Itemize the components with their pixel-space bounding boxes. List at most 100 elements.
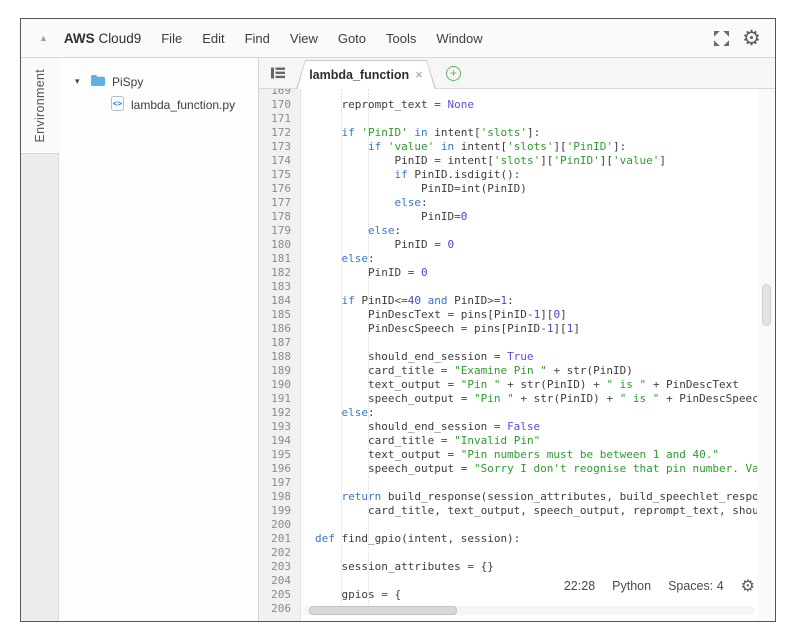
settings-gear-icon[interactable]: ⚙ xyxy=(742,30,761,47)
horizontal-scrollbar-thumb[interactable] xyxy=(309,606,457,615)
code-line-181: else: xyxy=(315,252,757,266)
line-number: 185 xyxy=(259,308,300,322)
code-area[interactable]: reprompt_text = None if 'PinID' in inten… xyxy=(302,89,757,621)
folder-name: PiSpy xyxy=(112,75,143,89)
code-line-176: PinID=int(PinID) xyxy=(315,182,757,196)
code-line-193: should_end_session = False xyxy=(315,420,757,434)
tab-list-icon[interactable] xyxy=(270,66,286,80)
line-number: 191 xyxy=(259,392,300,406)
ide-body: Environment ▾ PiSpy <> xyxy=(21,58,775,621)
code-line-188: should_end_session = True xyxy=(315,350,757,364)
line-number: 172 xyxy=(259,126,300,140)
code-editor[interactable]: 1691701711721731741751761771781791801811… xyxy=(259,89,775,621)
environment-label: Environment xyxy=(33,69,47,142)
code-line-172: if 'PinID' in intent['slots']: xyxy=(315,126,757,140)
code-line-196: speech_output = "Sorry I don't reognise … xyxy=(315,462,757,476)
line-number: 187 xyxy=(259,336,300,350)
line-number: 179 xyxy=(259,224,300,238)
code-line-184: if PinID<=40 and PinID>=1: xyxy=(315,294,757,308)
left-dock-strip: Environment xyxy=(21,58,59,621)
code-line-191: speech_output = "Pin " + str(PinID) + " … xyxy=(315,392,757,406)
cloud9-window: ▲ AWS Cloud9 FileEditFindViewGotoToolsWi… xyxy=(20,18,776,622)
code-line-179: else: xyxy=(315,224,757,238)
menu-item-view[interactable]: View xyxy=(280,25,328,52)
status-settings-gear-icon[interactable]: ⚙ xyxy=(741,579,755,593)
python-file-icon: <> xyxy=(111,96,124,114)
line-number: 175 xyxy=(259,168,300,182)
menu-item-goto[interactable]: Goto xyxy=(328,25,376,52)
tab-bar: lambda_function × + xyxy=(259,58,775,89)
line-number: 171 xyxy=(259,112,300,126)
tab-close-icon[interactable]: × xyxy=(415,69,423,81)
line-number: 205 xyxy=(259,588,300,602)
line-number: 199 xyxy=(259,504,300,518)
code-line-190: text_output = "Pin " + str(PinID) + " is… xyxy=(315,378,757,392)
code-line-182: PinID = 0 xyxy=(315,266,757,280)
horizontal-scrollbar[interactable] xyxy=(303,606,755,615)
new-tab-plus-icon[interactable]: + xyxy=(446,66,461,81)
tree-file-lambda-function[interactable]: <> lambda_function.py xyxy=(59,93,258,116)
line-number: 194 xyxy=(259,434,300,448)
code-line-194: card_title = "Invalid Pin" xyxy=(315,434,757,448)
line-number: 189 xyxy=(259,364,300,378)
code-line-202 xyxy=(315,546,757,560)
folder-icon xyxy=(90,74,106,90)
line-number: 183 xyxy=(259,280,300,294)
line-number: 181 xyxy=(259,252,300,266)
code-line-178: PinID=0 xyxy=(315,210,757,224)
code-line-197 xyxy=(315,476,757,490)
menu-items: FileEditFindViewGotoToolsWindow xyxy=(151,25,492,52)
menu-bar: ▲ AWS Cloud9 FileEditFindViewGotoToolsWi… xyxy=(21,19,775,58)
code-line-203: session_attributes = {} xyxy=(315,560,757,574)
code-line-183 xyxy=(315,280,757,294)
file-tree: ▾ PiSpy <> lambda_function.py xyxy=(59,58,259,621)
folder-expand-arrow-icon[interactable]: ▾ xyxy=(75,76,84,87)
line-number: 177 xyxy=(259,196,300,210)
code-line-185: PinDescText = pins[PinID-1][0] xyxy=(315,308,757,322)
syntax-mode[interactable]: Python xyxy=(612,579,651,593)
line-number: 169 xyxy=(259,89,300,98)
tree-folder-pispy[interactable]: ▾ PiSpy xyxy=(59,70,258,93)
line-number: 170 xyxy=(259,98,300,112)
app-title-rest: Cloud9 xyxy=(95,31,142,46)
code-line-171 xyxy=(315,112,757,126)
code-line-175: if PinID.isdigit(): xyxy=(315,168,757,182)
code-line-169 xyxy=(315,89,757,98)
tab-lambda-function[interactable]: lambda_function × xyxy=(296,60,436,89)
code-line-189: card_title = "Examine Pin " + str(PinID) xyxy=(315,364,757,378)
vertical-scrollbar[interactable] xyxy=(762,284,771,326)
line-number: 193 xyxy=(259,420,300,434)
menu-item-tools[interactable]: Tools xyxy=(376,25,426,52)
line-number: 180 xyxy=(259,238,300,252)
cursor-position[interactable]: 22:28 xyxy=(564,579,595,593)
line-number: 173 xyxy=(259,140,300,154)
code-line-177: else: xyxy=(315,196,757,210)
code-line-195: text_output = "Pin numbers must be betwe… xyxy=(315,448,757,462)
line-number-gutter[interactable]: 1691701711721731741751761771781791801811… xyxy=(259,89,301,621)
editor-column: lambda_function × + 16917017117217317417… xyxy=(259,58,775,621)
app-title-bold: AWS xyxy=(64,31,95,46)
app-title: AWS Cloud9 xyxy=(64,31,141,46)
collapse-menubar-icon[interactable]: ▲ xyxy=(39,33,48,43)
code-line-174: PinID = intent['slots']['PinID']['value'… xyxy=(315,154,757,168)
tab-label: lambda_function xyxy=(309,68,409,82)
line-number: 184 xyxy=(259,294,300,308)
line-number: 188 xyxy=(259,350,300,364)
line-number: 206 xyxy=(259,602,300,616)
editor-status-bar: 22:28 Python Spaces: 4 ⚙ xyxy=(564,579,755,593)
menu-item-window[interactable]: Window xyxy=(426,25,492,52)
file-name: lambda_function.py xyxy=(131,98,235,112)
line-number: 192 xyxy=(259,406,300,420)
code-line-200 xyxy=(315,518,757,532)
menu-item-find[interactable]: Find xyxy=(235,25,280,52)
tab-size[interactable]: Spaces: 4 xyxy=(668,579,724,593)
sidebar-tab-environment[interactable]: Environment xyxy=(21,58,59,154)
line-number: 174 xyxy=(259,154,300,168)
line-number: 204 xyxy=(259,574,300,588)
menu-item-file[interactable]: File xyxy=(151,25,192,52)
scrollbar-track-area xyxy=(757,89,775,621)
code-line-187 xyxy=(315,336,757,350)
fullscreen-expand-icon[interactable] xyxy=(713,30,730,47)
line-number: 182 xyxy=(259,266,300,280)
menu-item-edit[interactable]: Edit xyxy=(192,25,234,52)
